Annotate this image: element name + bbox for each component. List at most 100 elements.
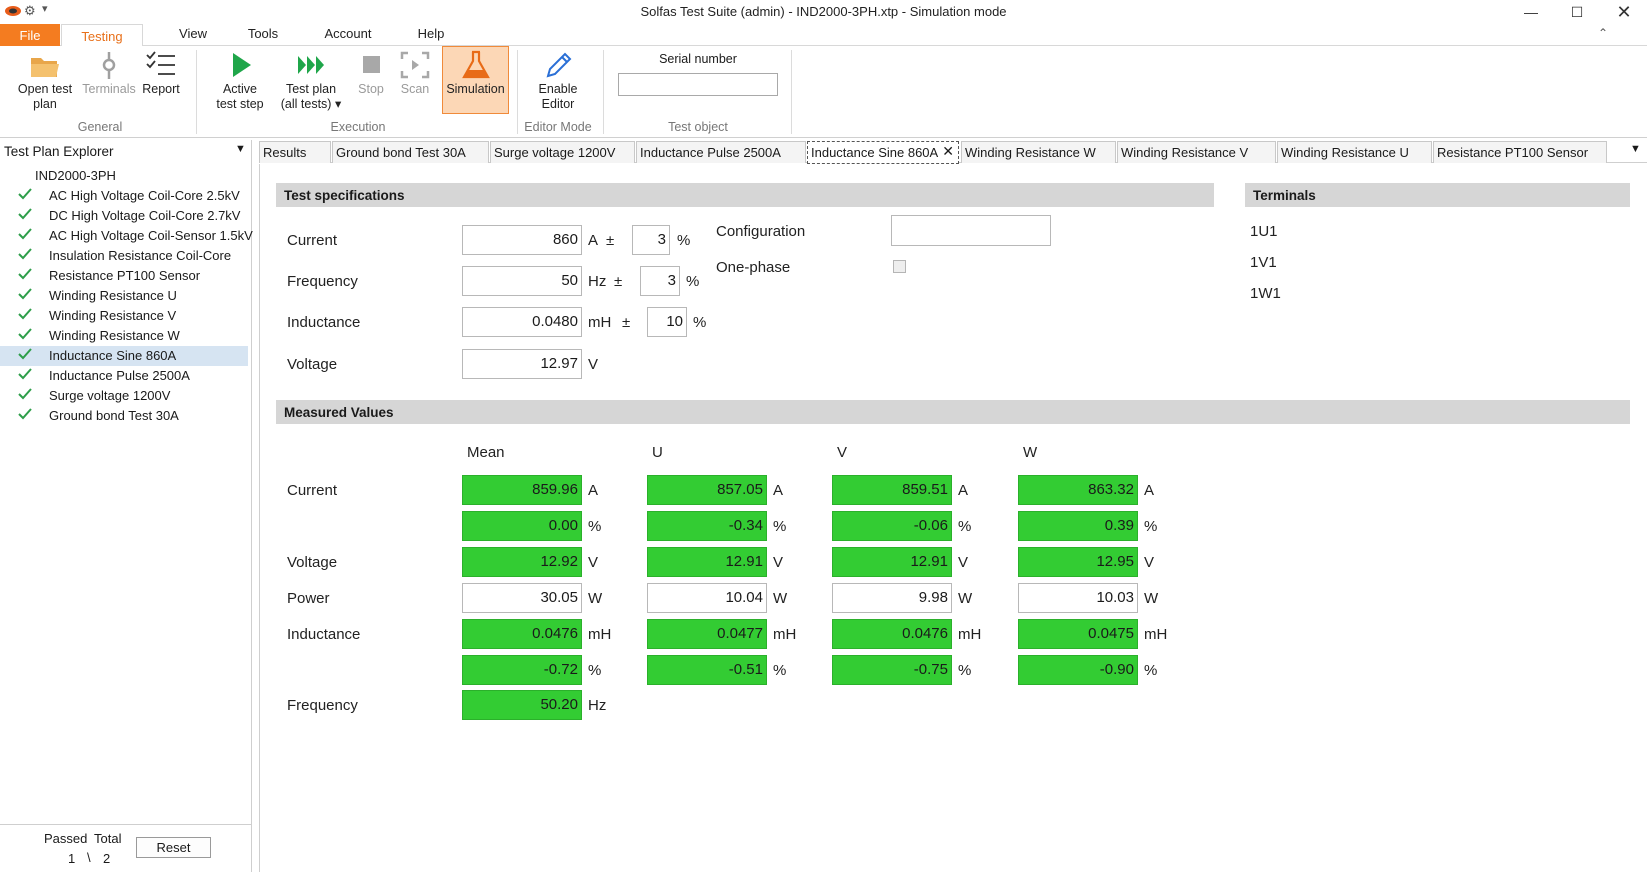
measured-values-header: Measured Values (276, 400, 1630, 424)
tree-item[interactable]: Ground bond Test 30A (0, 406, 248, 426)
measured-column-header: V (837, 444, 848, 461)
document-tab[interactable]: Resistance PT100 Sensor (1433, 141, 1607, 163)
tree-item[interactable]: Winding Resistance W (0, 326, 248, 346)
spec-inductance-field[interactable]: 0.0480 (462, 307, 582, 337)
measured-power-value: 10.04 (647, 583, 767, 613)
group-label-editor-mode: Editor Mode (524, 120, 592, 134)
tree-item[interactable]: DC High Voltage Coil-Core 2.7kV (0, 206, 248, 226)
menu-account[interactable]: Account (318, 26, 378, 41)
check-icon (18, 228, 32, 240)
spec-current-tolerance-field[interactable]: 3 (632, 225, 670, 255)
maximize-button[interactable]: ☐ (1554, 0, 1600, 24)
open-test-plan-button[interactable]: Open test plan (14, 50, 76, 112)
measured-unit: W (1144, 590, 1159, 607)
tree-item[interactable]: AC High Voltage Coil-Sensor 1.5kV (0, 226, 253, 246)
tree-item[interactable]: AC High Voltage Coil-Core 2.5kV (0, 186, 248, 206)
group-label-general: General (77, 120, 123, 134)
spec-inductance-tolerance-field[interactable]: 10 (647, 307, 687, 337)
check-icon (18, 388, 32, 400)
tree-item[interactable]: Winding Resistance V (0, 306, 248, 326)
spec-frequency-field[interactable]: 50 (462, 266, 582, 296)
active-test-step-button[interactable]: Active test step (210, 50, 270, 112)
document-tab[interactable]: Winding Resistance U (1277, 141, 1432, 163)
enable-editor-button[interactable]: Enable Editor (528, 50, 588, 112)
close-tab-icon[interactable]: ✕ (942, 143, 954, 160)
group-label-test-object: Test object (668, 120, 728, 134)
minimize-button[interactable]: — (1508, 0, 1554, 24)
measured-voltage-value: 12.91 (647, 547, 767, 577)
configuration-field[interactable] (891, 215, 1051, 246)
measured-row-label: Current (287, 482, 338, 499)
measured-row-label: Inductance (287, 626, 361, 643)
document-tab[interactable]: Results (259, 141, 331, 163)
report-button[interactable]: Report (136, 50, 186, 97)
menu-view[interactable]: View (168, 26, 218, 41)
tree-item[interactable]: Insulation Resistance Coil-Core (0, 246, 248, 266)
play-all-icon (298, 56, 324, 74)
tree-item[interactable]: Surge voltage 1200V (0, 386, 248, 406)
document-tab[interactable]: Surge voltage 1200V (490, 141, 635, 163)
document-tab[interactable]: Ground bond Test 30A (332, 141, 489, 163)
spec-current-label: Current (287, 232, 338, 249)
flask-icon (461, 50, 490, 79)
tree-item[interactable]: Inductance Pulse 2500A (0, 366, 248, 386)
test-plan-all-tests-button[interactable]: Test plan (all tests) ▾ (276, 50, 346, 112)
pm-symbol: ± (622, 314, 631, 331)
configuration-label: Configuration (716, 223, 806, 240)
close-window-button[interactable]: ✕ (1601, 0, 1647, 24)
terminals-button[interactable]: Terminals (78, 50, 140, 97)
measured-inductance-dev-value: -0.75 (832, 655, 952, 685)
menu-help[interactable]: Help (406, 26, 456, 41)
document-tab[interactable]: Winding Resistance W (961, 141, 1116, 163)
spec-frequency-tolerance-field[interactable]: 3 (640, 266, 680, 296)
one-phase-label: One-phase (716, 259, 791, 276)
check-icon (18, 208, 32, 220)
stop-button[interactable]: Stop (352, 50, 390, 97)
menu-file[interactable]: File (0, 24, 60, 46)
simulation-button[interactable]: Simulation (442, 46, 509, 114)
document-tab[interactable]: Winding Resistance V (1117, 141, 1276, 163)
pm-symbol: ± (614, 273, 623, 290)
one-phase-checkbox[interactable] (893, 260, 906, 273)
measured-unit: % (588, 518, 602, 535)
serial-number-input[interactable] (618, 73, 778, 96)
spec-current-unit: A (588, 232, 599, 249)
collapse-ribbon-icon[interactable]: ⌃ (1598, 26, 1608, 40)
spec-voltage-field[interactable]: 12.97 (462, 349, 582, 379)
check-icon (18, 328, 32, 340)
scan-button[interactable]: Scan (396, 50, 434, 97)
measured-frequency-value: 50.20 (462, 690, 582, 720)
document-tab[interactable]: Inductance Sine 860A ✕ (807, 141, 959, 164)
total-count: 2 (103, 851, 111, 866)
percent-symbol: % (677, 232, 691, 249)
measured-row-label: Frequency (287, 697, 358, 714)
tab-list-dropdown-icon[interactable]: ▼ (1630, 143, 1641, 155)
report-checklist-icon (146, 51, 175, 75)
measured-unit: W (958, 590, 973, 607)
measured-unit: Hz (588, 697, 607, 714)
spec-frequency-unit: Hz (588, 273, 607, 290)
document-tab[interactable]: Inductance Pulse 2500A (636, 141, 806, 163)
measured-unit: A (588, 482, 599, 499)
measured-unit: % (773, 662, 787, 679)
measured-unit: mH (1144, 626, 1168, 643)
measured-inductance-value: 0.0476 (832, 619, 952, 649)
menu-testing[interactable]: Testing (61, 24, 143, 47)
explorer-header: Test Plan Explorer (4, 144, 114, 159)
spec-current-field[interactable]: 860 (462, 225, 582, 255)
measured-unit: % (1144, 518, 1158, 535)
window-title: Solfas Test Suite (admin) - IND2000-3PH.… (640, 4, 1007, 19)
terminal-item: 1W1 (1250, 285, 1281, 302)
explorer-dropdown-icon[interactable]: ▼ (235, 143, 246, 155)
menu-tools[interactable]: Tools (238, 26, 288, 41)
tree-root[interactable]: IND2000-3PH (35, 168, 116, 183)
ribbon: Open test plan Terminals Report General … (0, 46, 1647, 138)
reset-button[interactable]: Reset (136, 837, 211, 858)
passed-count: 1 (68, 851, 76, 866)
spec-voltage-unit: V (588, 356, 599, 373)
tree-item[interactable]: Inductance Sine 860A (0, 346, 248, 366)
check-icon (18, 408, 32, 420)
tree-item[interactable]: Winding Resistance U (0, 286, 248, 306)
tree-item[interactable]: Resistance PT100 Sensor (0, 266, 248, 286)
measured-current-value: 857.05 (647, 475, 767, 505)
